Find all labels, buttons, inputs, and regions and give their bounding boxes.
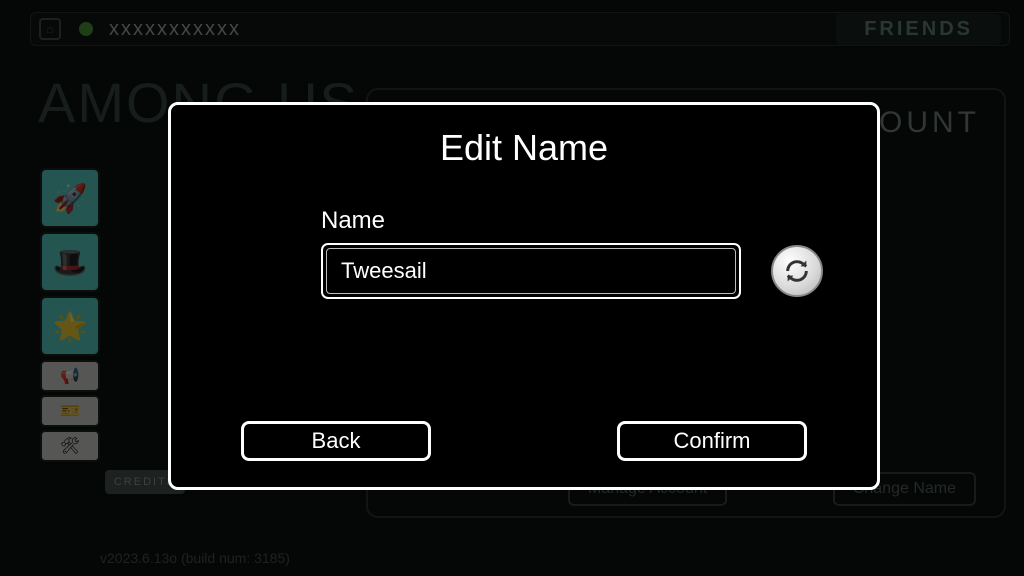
back-button[interactable]: Back bbox=[241, 421, 431, 461]
name-label: Name bbox=[321, 207, 837, 235]
modal-title: Edit Name bbox=[211, 127, 837, 169]
name-input-wrapper bbox=[321, 243, 741, 299]
edit-name-modal: Edit Name Name Back Confirm bbox=[168, 102, 880, 490]
confirm-button[interactable]: Confirm bbox=[617, 421, 807, 461]
name-input[interactable] bbox=[326, 248, 736, 294]
randomize-name-button[interactable] bbox=[771, 245, 823, 297]
refresh-icon bbox=[783, 257, 811, 285]
